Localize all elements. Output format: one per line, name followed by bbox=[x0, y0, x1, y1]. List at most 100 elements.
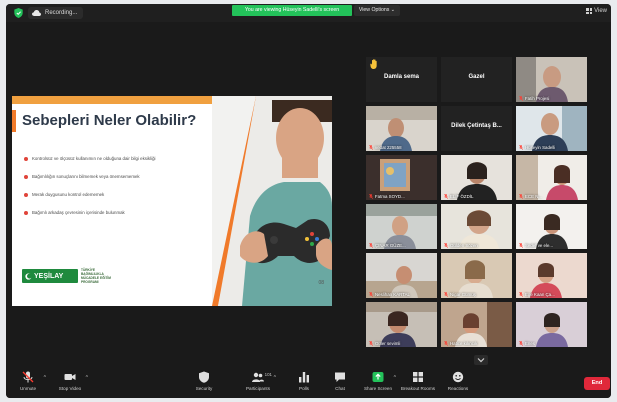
muted-mic-icon bbox=[519, 292, 523, 297]
participant-tile[interactable]: Damla sema bbox=[366, 57, 437, 102]
muted-mic-icon bbox=[22, 371, 34, 383]
zoom-window: Recording... You are viewing Hüseyin Sad… bbox=[6, 4, 611, 398]
stop-video-button[interactable]: ^ Stop Video bbox=[50, 371, 90, 391]
muted-mic-icon bbox=[369, 292, 373, 297]
muted-mic-icon bbox=[519, 243, 523, 248]
participant-tile[interactable]: ÇINAR GÜZE... bbox=[366, 204, 437, 249]
slide-bullet-list: Kontrolsüz ve ölçüsüz kullanımın ne oldu… bbox=[24, 156, 214, 228]
participant-tile[interactable]: Nigar Gümüş bbox=[441, 253, 512, 298]
participant-tile[interactable]: Sedef ve ele... bbox=[516, 204, 587, 249]
polls-icon bbox=[299, 372, 309, 383]
grid-icon bbox=[586, 8, 593, 14]
caret-up-icon[interactable]: ^ bbox=[394, 375, 396, 381]
participant-tile[interactable]: Fatma SOYD... bbox=[366, 155, 437, 200]
participant-caption: Fatma SOYD... bbox=[375, 194, 405, 199]
muted-mic-icon bbox=[519, 194, 523, 199]
participant-tile[interactable]: Gülden Sözen bbox=[441, 204, 512, 249]
recording-indicator[interactable]: Recording... bbox=[28, 7, 84, 19]
participant-tile[interactable]: Enes bbox=[516, 302, 587, 347]
meeting-toolbar: ^ Unmute ^ Stop Video Security 101 ^ Par… bbox=[6, 366, 611, 398]
slide-title-accent bbox=[12, 110, 16, 132]
polls-button[interactable]: Polls bbox=[284, 371, 324, 391]
participant-tile[interactable]: ELİF ÖZDİL bbox=[441, 155, 512, 200]
participant-caption: Sedef ve ele... bbox=[525, 243, 554, 248]
participant-tile[interactable]: ECE N... bbox=[516, 155, 587, 200]
view-options-label: View Options bbox=[358, 7, 390, 13]
participant-tile[interactable]: Gazel bbox=[441, 57, 512, 102]
reactions-button[interactable]: Reactions bbox=[438, 371, 478, 391]
muted-mic-icon bbox=[519, 96, 523, 101]
unmute-button[interactable]: ^ Unmute bbox=[8, 371, 48, 391]
slide-bullet: Bağımlı arkadaş çevresinin içerisinde bu… bbox=[24, 210, 214, 216]
muted-mic-icon bbox=[444, 292, 448, 297]
view-label: View bbox=[594, 8, 607, 14]
slide-title: Sebepleri Neler Olabilir? bbox=[22, 112, 197, 129]
chat-button[interactable]: Chat bbox=[320, 371, 360, 391]
recording-label: Recording... bbox=[45, 10, 78, 16]
video-camera-icon bbox=[64, 374, 76, 380]
gamer-photo bbox=[212, 96, 332, 306]
participants-button[interactable]: 101 ^ Participants bbox=[238, 371, 278, 391]
breakout-rooms-button[interactable]: Breakout Rooms bbox=[398, 371, 438, 391]
participants-count: 101 bbox=[264, 372, 272, 377]
shared-screen-slide: Sebepleri Neler Olabilir? Kontrolsüz ve … bbox=[12, 96, 332, 306]
end-meeting-button[interactable]: End bbox=[584, 377, 610, 390]
viewing-screen-banner: You are viewing Hüseyin Sadelli's screen bbox=[232, 5, 352, 16]
crescent-icon bbox=[25, 272, 32, 280]
participant-caption: Fatih Projesi bbox=[525, 96, 550, 101]
participant-caption: Neslihan KARTAL bbox=[375, 292, 410, 297]
participant-tile[interactable]: Dilek Çetintaş B... bbox=[441, 106, 512, 151]
yesilay-logo: YEŞİLAY TÜRKİYE BAĞIMLILIKLA MÜCADELE EĞ… bbox=[22, 268, 117, 284]
shield-icon bbox=[199, 371, 209, 383]
muted-mic-icon bbox=[369, 243, 373, 248]
top-bar: Recording... You are viewing Hüseyin Sad… bbox=[6, 4, 611, 22]
participant-name: Gazel bbox=[468, 74, 485, 80]
security-button[interactable]: Security bbox=[184, 371, 224, 391]
chat-icon bbox=[335, 372, 345, 382]
view-options-button[interactable]: View Options ⌄ bbox=[354, 5, 400, 16]
smiley-icon bbox=[452, 371, 464, 383]
muted-mic-icon bbox=[369, 145, 373, 150]
participant-tile[interactable]: Ege Kaan Ça... bbox=[516, 253, 587, 298]
caret-up-icon[interactable]: ^ bbox=[274, 375, 276, 381]
participant-caption: Güler sevimli bbox=[375, 341, 401, 346]
participant-caption: Enes bbox=[525, 341, 536, 346]
muted-mic-icon bbox=[444, 194, 448, 199]
participant-caption: Ege Kaan Ça... bbox=[525, 292, 555, 297]
participant-caption: Hüseyin Sadelli bbox=[525, 145, 556, 150]
muted-mic-icon bbox=[519, 145, 523, 150]
participant-caption: vedat 225558 bbox=[375, 145, 402, 150]
participant-tile[interactable]: Hatice kılıncık bbox=[441, 302, 512, 347]
participant-tile[interactable]: Güler sevimli bbox=[366, 302, 437, 347]
participant-caption: ECE N... bbox=[525, 194, 543, 199]
slide-bullet: Merak duygusunu kontrol edememek bbox=[24, 192, 214, 198]
slide-bullet: Bağımlılığın sonuçlarını bilmemek veya ö… bbox=[24, 174, 214, 180]
participant-caption: ÇINAR GÜZE... bbox=[375, 243, 406, 248]
chevron-down-icon: ⌄ bbox=[390, 7, 396, 13]
shield-icon[interactable] bbox=[14, 8, 23, 18]
share-screen-button[interactable]: ^ Share Screen bbox=[358, 371, 398, 391]
participant-tile[interactable]: vedat 225558 bbox=[366, 106, 437, 151]
muted-mic-icon bbox=[369, 194, 373, 199]
slide-page-number: 08 bbox=[318, 280, 324, 286]
view-button[interactable]: View bbox=[586, 8, 607, 14]
participant-caption: ELİF ÖZDİL bbox=[450, 194, 474, 199]
participant-name: Damla sema bbox=[383, 74, 420, 80]
chevron-down-icon[interactable] bbox=[474, 355, 488, 365]
participant-name: Dilek Çetintaş B... bbox=[451, 123, 502, 129]
caret-up-icon[interactable]: ^ bbox=[44, 375, 46, 381]
caret-up-icon[interactable]: ^ bbox=[86, 375, 88, 381]
muted-mic-icon bbox=[369, 341, 373, 346]
participant-tile-active-speaker[interactable]: Hüseyin Sadelli bbox=[516, 106, 587, 151]
participant-caption: Gülden Sözen bbox=[450, 243, 478, 248]
participant-caption: Hatice kılıncık bbox=[450, 341, 478, 346]
muted-mic-icon bbox=[519, 341, 523, 346]
participants-icon bbox=[252, 372, 264, 382]
participant-tile[interactable]: Fatih Projesi bbox=[516, 57, 587, 102]
participant-tile[interactable]: Neslihan KARTAL bbox=[366, 253, 437, 298]
breakout-rooms-icon bbox=[413, 372, 423, 382]
participant-caption: Nigar Gümüş bbox=[450, 292, 476, 297]
cloud-icon bbox=[32, 10, 41, 16]
muted-mic-icon bbox=[444, 243, 448, 248]
slide-bullet: Kontrolsüz ve ölçüsüz kullanımın ne oldu… bbox=[24, 156, 214, 162]
